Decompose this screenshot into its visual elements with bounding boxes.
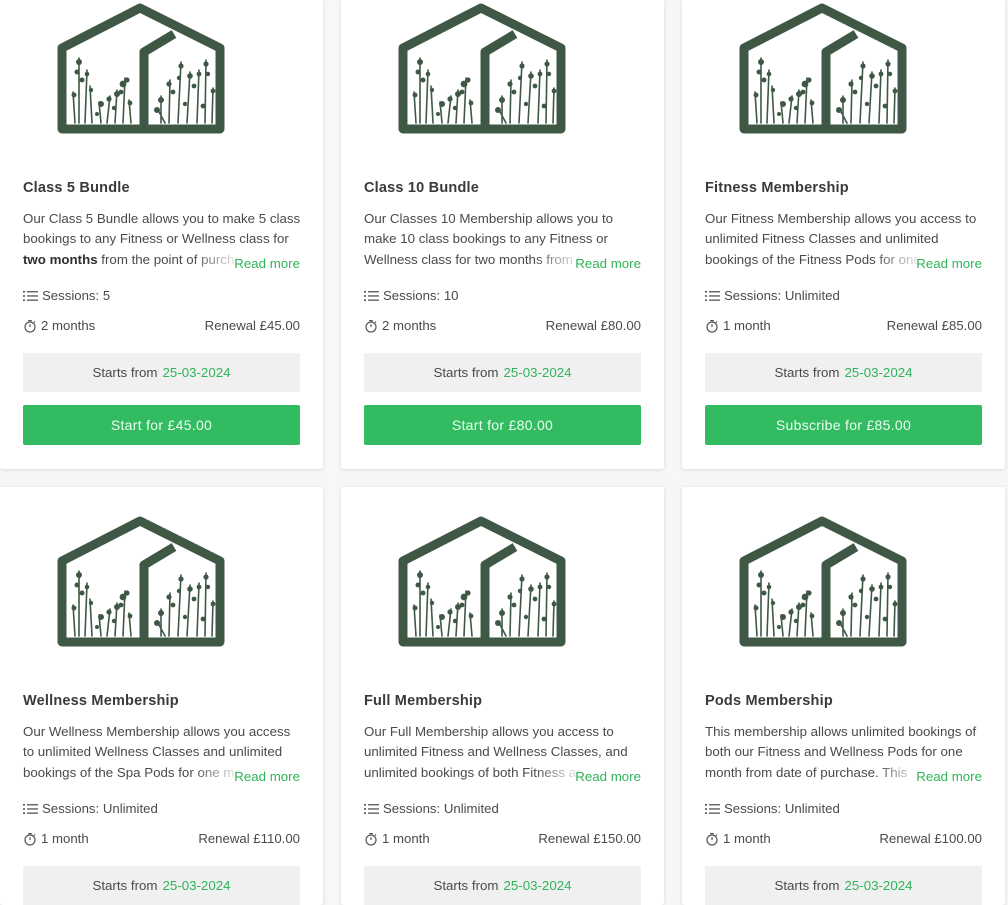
card-title: Fitness Membership bbox=[705, 180, 849, 196]
membership-card: Pods Membership This membership allows u… bbox=[682, 487, 1005, 905]
list-icon bbox=[23, 803, 38, 814]
sessions-info: Sessions: 5 bbox=[23, 288, 110, 303]
stopwatch-icon bbox=[24, 832, 36, 846]
starts-from-label: Starts from bbox=[774, 365, 840, 380]
sessions-info: Sessions: Unlimited bbox=[23, 801, 158, 816]
membership-card: Fitness Membership Our Fitness Membershi… bbox=[682, 0, 1005, 469]
stopwatch-icon bbox=[706, 319, 718, 333]
renewal-price: Renewal £45.00 bbox=[204, 318, 300, 333]
description-text: Our Class 5 Bundle allows you to make 5 … bbox=[23, 211, 301, 247]
description-bold-text: two months bbox=[23, 251, 98, 267]
starts-from-label: Starts from bbox=[433, 365, 499, 380]
card-logo bbox=[57, 0, 227, 140]
list-icon bbox=[23, 290, 38, 301]
duration-label: 2 months bbox=[382, 318, 437, 333]
greenhouse-logo-icon bbox=[739, 3, 907, 134]
sessions-info: Sessions: Unlimited bbox=[705, 801, 840, 816]
start-date: 25-03-2024 bbox=[844, 365, 913, 380]
card-title: Full Membership bbox=[364, 693, 483, 709]
sessions-label: Sessions: Unlimited bbox=[724, 801, 840, 816]
start-date-box: Starts from 25-03-2024 bbox=[23, 866, 300, 905]
stopwatch-icon bbox=[365, 319, 377, 333]
duration-info: 1 month bbox=[364, 831, 430, 846]
greenhouse-logo-icon bbox=[57, 3, 225, 134]
renewal-price: Renewal £80.00 bbox=[545, 318, 641, 333]
card-logo bbox=[739, 513, 909, 653]
card-title: Class 5 Bundle bbox=[23, 180, 130, 196]
sessions-label: Sessions: Unlimited bbox=[724, 288, 840, 303]
list-icon bbox=[705, 803, 720, 814]
duration-info: 2 months bbox=[23, 318, 95, 333]
list-icon bbox=[705, 290, 720, 301]
renewal-price: Renewal £85.00 bbox=[886, 318, 982, 333]
sessions-label: Sessions: Unlimited bbox=[42, 801, 158, 816]
duration-label: 2 months bbox=[41, 318, 96, 333]
start-date: 25-03-2024 bbox=[162, 365, 231, 380]
start-date: 25-03-2024 bbox=[503, 365, 572, 380]
card-logo bbox=[398, 513, 568, 653]
membership-card: Class 5 Bundle Our Class 5 Bundle allows… bbox=[0, 0, 323, 469]
starts-from-label: Starts from bbox=[92, 365, 158, 380]
read-more-link[interactable]: Read more bbox=[916, 256, 982, 271]
card-title: Wellness Membership bbox=[23, 693, 179, 709]
greenhouse-logo-icon bbox=[739, 516, 907, 647]
list-icon bbox=[364, 290, 379, 301]
duration-info: 1 month bbox=[23, 831, 89, 846]
sessions-info: Sessions: Unlimited bbox=[705, 288, 840, 303]
sessions-label: Sessions: Unlimited bbox=[383, 801, 499, 816]
stopwatch-icon bbox=[706, 832, 718, 846]
card-logo bbox=[57, 513, 227, 653]
start-date: 25-03-2024 bbox=[503, 878, 572, 893]
sessions-info: Sessions: Unlimited bbox=[364, 801, 499, 816]
membership-card: Full Membership Our Full Membership allo… bbox=[341, 487, 664, 905]
renewal-price: Renewal £100.00 bbox=[879, 831, 982, 846]
stopwatch-icon bbox=[365, 832, 377, 846]
greenhouse-logo-icon bbox=[398, 3, 566, 134]
renewal-price: Renewal £110.00 bbox=[198, 831, 300, 846]
duration-info: 2 months bbox=[364, 318, 436, 333]
start-date-box: Starts from 25-03-2024 bbox=[705, 866, 982, 905]
read-more-link[interactable]: Read more bbox=[575, 769, 641, 784]
starts-from-label: Starts from bbox=[433, 878, 499, 893]
membership-card: Wellness Membership Our Wellness Members… bbox=[0, 487, 323, 905]
purchase-button[interactable]: Start for £80.00 bbox=[364, 405, 641, 445]
start-date-box: Starts from 25-03-2024 bbox=[23, 353, 300, 392]
membership-card: Class 10 Bundle Our Classes 10 Membershi… bbox=[341, 0, 664, 469]
start-date: 25-03-2024 bbox=[844, 878, 913, 893]
card-title: Pods Membership bbox=[705, 693, 833, 709]
read-more-link[interactable]: Read more bbox=[234, 769, 300, 784]
starts-from-label: Starts from bbox=[92, 878, 158, 893]
greenhouse-logo-icon bbox=[398, 516, 566, 647]
read-more-link[interactable]: Read more bbox=[916, 769, 982, 784]
greenhouse-logo-icon bbox=[57, 516, 225, 647]
read-more-link[interactable]: Read more bbox=[234, 256, 300, 271]
stopwatch-icon bbox=[24, 319, 36, 333]
sessions-label: Sessions: 10 bbox=[383, 288, 459, 303]
duration-label: 1 month bbox=[723, 831, 771, 846]
start-date-box: Starts from 25-03-2024 bbox=[364, 866, 641, 905]
duration-info: 1 month bbox=[705, 318, 771, 333]
list-icon bbox=[364, 803, 379, 814]
sessions-label: Sessions: 5 bbox=[42, 288, 111, 303]
sessions-info: Sessions: 10 bbox=[364, 288, 459, 303]
start-date: 25-03-2024 bbox=[162, 878, 231, 893]
card-title: Class 10 Bundle bbox=[364, 180, 480, 196]
purchase-button[interactable]: Start for £45.00 bbox=[23, 405, 300, 445]
duration-info: 1 month bbox=[705, 831, 771, 846]
renewal-price: Renewal £150.00 bbox=[538, 831, 641, 846]
duration-label: 1 month bbox=[41, 831, 89, 846]
duration-label: 1 month bbox=[382, 831, 430, 846]
start-date-box: Starts from 25-03-2024 bbox=[705, 353, 982, 392]
read-more-link[interactable]: Read more bbox=[575, 256, 641, 271]
card-logo bbox=[739, 0, 909, 140]
purchase-button[interactable]: Subscribe for £85.00 bbox=[705, 405, 982, 445]
start-date-box: Starts from 25-03-2024 bbox=[364, 353, 641, 392]
card-logo bbox=[398, 0, 568, 140]
duration-label: 1 month bbox=[723, 318, 771, 333]
starts-from-label: Starts from bbox=[774, 878, 840, 893]
